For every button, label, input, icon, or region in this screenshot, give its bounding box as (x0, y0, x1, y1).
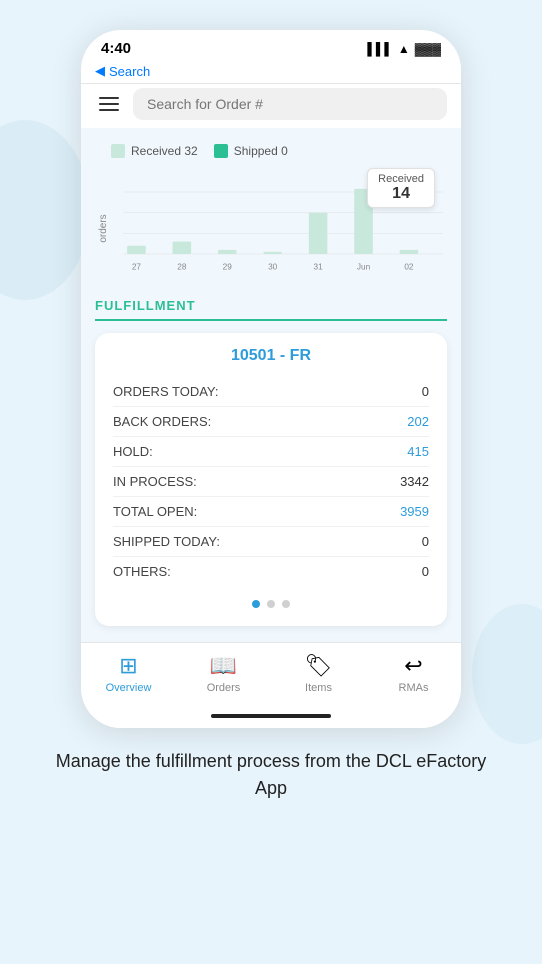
card-row: IN PROCESS: 3342 (113, 467, 429, 497)
chart-tooltip: Received 14 (367, 168, 435, 208)
legend-received-dot (111, 144, 125, 158)
status-bar: 4:40 ▌▌▌ ▲ ▓▓▓ (81, 30, 461, 61)
back-label[interactable]: Search (109, 64, 150, 79)
svg-text:02: 02 (404, 262, 414, 271)
row-label: BACK ORDERS: (113, 414, 211, 429)
svg-text:29: 29 (223, 262, 233, 271)
row-label: SHIPPED TODAY: (113, 534, 220, 549)
dot-3[interactable] (282, 600, 290, 608)
chart-area: Received 32 Shipped 0 orders (81, 128, 461, 286)
legend-received: Received 32 (111, 144, 198, 158)
row-value: 0 (422, 534, 429, 549)
home-indicator (81, 708, 461, 728)
fulfillment-section: FULFILLMENT 10501 - FR ORDERS TODAY: 0 BAC… (81, 286, 461, 632)
nav-label-orders: Orders (207, 682, 241, 694)
overview-icon: ⊞ (119, 653, 137, 679)
legend-shipped: Shipped 0 (214, 144, 288, 158)
back-navigation[interactable]: ◀ Search (81, 61, 461, 84)
phone-mockup: 4:40 ▌▌▌ ▲ ▓▓▓ ◀ Search (81, 30, 461, 728)
bottom-nav: ⊞ Overview 📖 Orders 🏷 Items ↩ RMAs (81, 642, 461, 708)
chart-container: orders 0 5 10 15 (123, 168, 443, 278)
legend-shipped-label: Shipped 0 (234, 144, 288, 158)
home-bar (211, 714, 331, 718)
search-input[interactable] (133, 88, 447, 120)
tooltip-label: Received (378, 173, 424, 185)
dot-1[interactable] (252, 600, 260, 608)
row-label: IN PROCESS: (113, 474, 197, 489)
dot-2[interactable] (267, 600, 275, 608)
nav-bar (81, 84, 461, 128)
svg-text:28: 28 (177, 262, 187, 271)
rmas-icon: ↩ (404, 653, 422, 679)
row-label: ORDERS TODAY: (113, 384, 218, 399)
row-label: OTHERS: (113, 564, 171, 579)
card-row: OTHERS: 0 (113, 557, 429, 586)
nav-label-items: Items (305, 682, 332, 694)
decorative-blob-left (0, 120, 90, 300)
svg-text:Jun: Jun (357, 262, 371, 271)
row-value: 0 (422, 564, 429, 579)
card-row: TOTAL OPEN: 3959 (113, 497, 429, 527)
row-value: 3342 (400, 474, 429, 489)
nav-item-rmas[interactable]: ↩ RMAs (384, 653, 444, 694)
card-title: 10501 - FR (113, 347, 429, 365)
tooltip-value: 14 (378, 185, 424, 203)
fulfillment-title: FULFILLMENT (95, 298, 447, 321)
back-arrow-icon: ◀ (95, 63, 105, 79)
nav-item-overview[interactable]: ⊞ Overview (99, 653, 159, 694)
row-value: 3959 (400, 504, 429, 519)
svg-text:30: 30 (268, 262, 278, 271)
legend-shipped-dot (214, 144, 228, 158)
row-label: TOTAL OPEN: (113, 504, 197, 519)
battery-icon: ▓▓▓ (415, 42, 441, 56)
decorative-blob-right (472, 604, 542, 744)
hamburger-menu-button[interactable] (95, 93, 123, 115)
card-row: SHIPPED TODAY: 0 (113, 527, 429, 557)
svg-text:31: 31 (314, 262, 324, 271)
row-value: 202 (407, 414, 429, 429)
status-icons: ▌▌▌ ▲ ▓▓▓ (367, 42, 441, 56)
fulfillment-card: 10501 - FR ORDERS TODAY: 0 BACK ORDERS: 202… (95, 333, 447, 626)
row-label: HOLD: (113, 444, 153, 459)
orders-icon: 📖 (210, 653, 237, 679)
row-value: 0 (422, 384, 429, 399)
wifi-icon: ▲ (398, 42, 410, 56)
signal-icon: ▌▌▌ (367, 42, 393, 56)
nav-label-overview: Overview (106, 682, 152, 694)
svg-text:27: 27 (132, 262, 142, 271)
dots-indicator (113, 600, 429, 608)
nav-item-items[interactable]: 🏷 Items (289, 653, 349, 694)
nav-item-orders[interactable]: 📖 Orders (194, 653, 254, 694)
row-value: 415 (407, 444, 429, 459)
items-icon: 🏷 (305, 653, 333, 679)
chart-legend: Received 32 Shipped 0 (91, 144, 451, 158)
card-row: HOLD: 415 (113, 437, 429, 467)
status-time: 4:40 (101, 40, 131, 57)
card-rows-container: ORDERS TODAY: 0 BACK ORDERS: 202 HOLD: 415 IN … (113, 377, 429, 586)
legend-received-label: Received 32 (131, 144, 198, 158)
nav-label-rmas: RMAs (399, 682, 429, 694)
bottom-text: Manage the fulfillment process from the … (0, 728, 542, 832)
card-row: ORDERS TODAY: 0 (113, 377, 429, 407)
y-axis-label: orders (98, 214, 109, 242)
card-row: BACK ORDERS: 202 (113, 407, 429, 437)
